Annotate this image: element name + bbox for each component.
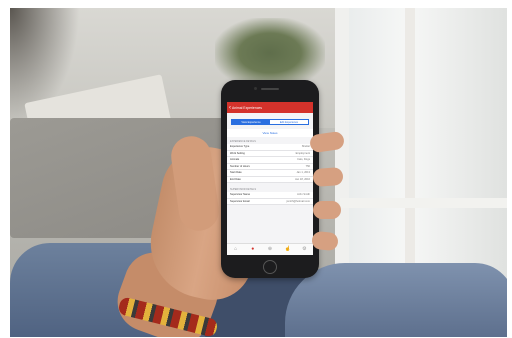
smartphone: ‹ Animal Experiences View Experience Edi… xyxy=(221,80,319,278)
finger xyxy=(312,166,344,188)
row-label: End Date xyxy=(230,177,241,181)
row-value: 750 xyxy=(305,164,310,168)
section-header-supervisor: SUPERVISOR DETAILS xyxy=(230,188,257,191)
row-value: Employment xyxy=(295,151,310,155)
app-bar: ‹ Animal Experiences xyxy=(227,102,313,113)
list-item[interactable]: Supervisor Email jsmith@hotmail.com xyxy=(227,199,313,205)
row-value: Cats, Dogs xyxy=(297,158,310,162)
list-item[interactable]: End Date Jan 18, 2016 xyxy=(227,177,313,183)
row-label: Supervisor Email xyxy=(230,199,250,203)
speaker-grille xyxy=(261,88,279,90)
row-label: Animals xyxy=(230,158,240,162)
row-value: Jan 1, 2013 xyxy=(296,171,310,175)
experience-details-list: Experience Type Shelter Work Setting Emp… xyxy=(227,144,313,183)
photo: ‹ Animal Experiences View Experience Edi… xyxy=(10,8,507,337)
jeans-right xyxy=(285,263,507,337)
finger xyxy=(313,201,341,219)
plus-circle-icon[interactable]: ⊕ xyxy=(267,247,272,252)
window-sill xyxy=(340,198,507,208)
home-icon[interactable]: ⌂ xyxy=(233,247,238,252)
row-value: jsmith@hotmail.com xyxy=(286,199,310,203)
app-title: Animal Experiences xyxy=(232,105,262,110)
row-value: Jan 18, 2016 xyxy=(295,177,310,181)
tab-edit-experience[interactable]: Edit Experience xyxy=(270,120,308,124)
gear-icon[interactable]: ⚙ xyxy=(302,247,307,252)
thumbs-up-icon[interactable]: ☝ xyxy=(285,247,291,252)
home-button[interactable] xyxy=(263,260,277,274)
camera-icon xyxy=(254,87,257,90)
view-notes-button[interactable]: View Notes xyxy=(227,129,313,137)
chevron-left-icon[interactable]: ‹ xyxy=(229,105,231,111)
tab-view-experience[interactable]: View Experience xyxy=(232,120,270,124)
paw-icon[interactable]: ● xyxy=(250,247,255,252)
row-label: Start Date xyxy=(230,171,242,175)
background-plant xyxy=(215,18,325,88)
row-value: Shelter xyxy=(301,145,310,149)
bottom-tab-bar: ⌂ ● ⊕ ☝ ⚙ xyxy=(227,243,313,255)
phone-screen: ‹ Animal Experiences View Experience Edi… xyxy=(227,102,313,255)
supervisor-details-list: Supervisor Name John Smith Supervisor Em… xyxy=(227,192,313,205)
row-label: Supervisor Name xyxy=(230,193,251,197)
row-value: John Smith xyxy=(297,193,310,197)
segmented-control: View Experience Edit Experience xyxy=(231,119,309,125)
row-label: Work Setting xyxy=(230,151,245,155)
row-label: Experience Type xyxy=(230,145,250,149)
section-header-experience: EXPERIENCE DETAILS xyxy=(230,140,256,143)
row-label: Number of Hours xyxy=(230,164,250,168)
finger xyxy=(311,230,339,252)
